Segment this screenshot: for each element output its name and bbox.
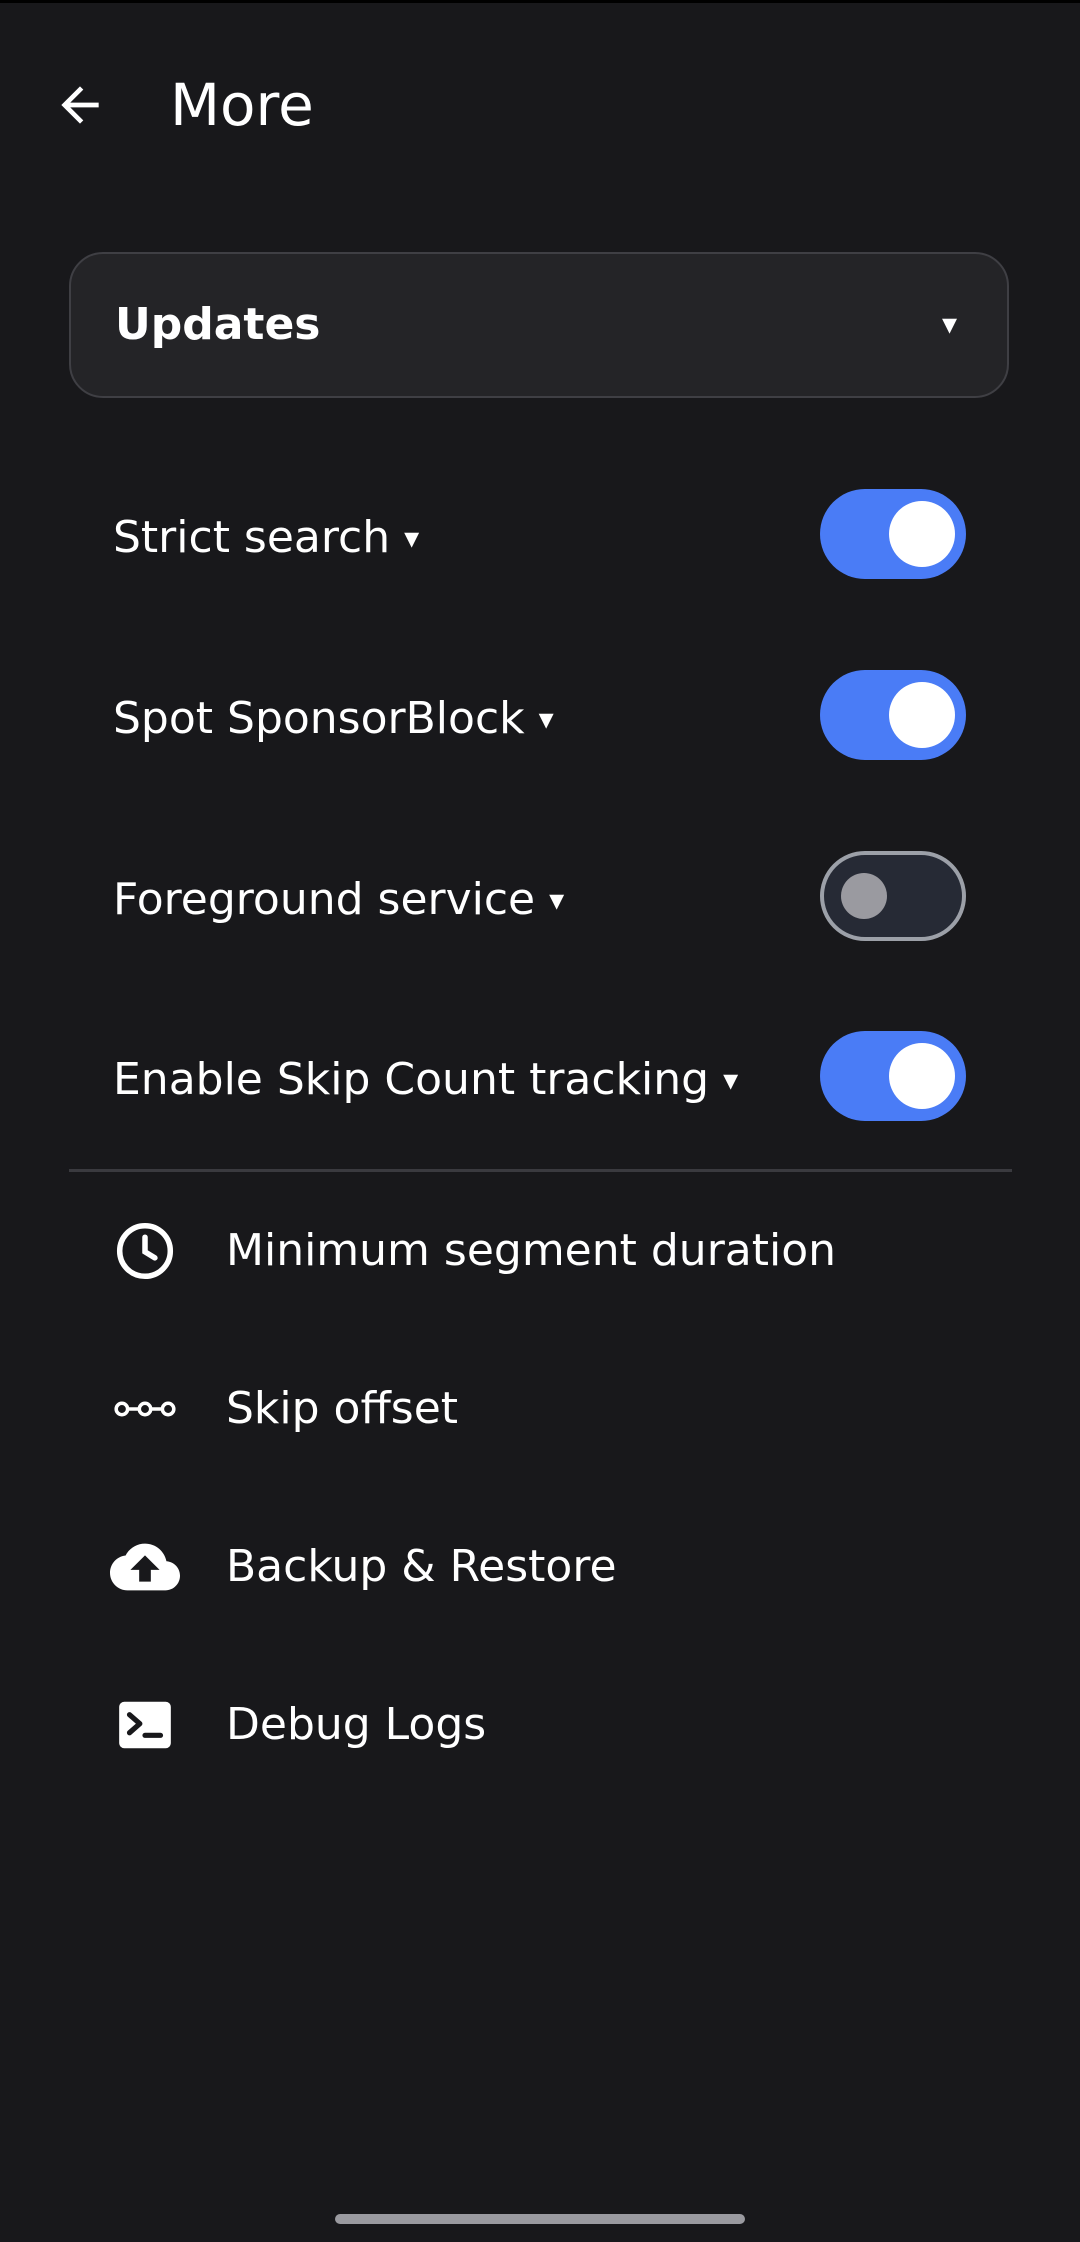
arrow-left-icon	[61, 86, 99, 124]
setting-label: Spot SponsorBlock	[113, 693, 525, 744]
switch-knob	[889, 682, 955, 748]
menu-item-skip-offset[interactable]: Skip offset	[0, 1334, 1080, 1484]
back-button[interactable]	[40, 65, 120, 145]
skip-count-tracking-switch[interactable]	[820, 1031, 966, 1121]
gesture-nav-handle[interactable]	[335, 2214, 745, 2224]
terminal-icon	[119, 1701, 171, 1749]
setting-label: Enable Skip Count tracking	[113, 1054, 710, 1105]
switch-knob	[889, 501, 955, 567]
menu-label: Minimum segment duration	[226, 1225, 837, 1276]
status-bar-edge	[0, 0, 1080, 3]
updates-dropdown[interactable]: Updates ▾	[69, 252, 1009, 398]
setting-label: Strict search	[113, 512, 391, 563]
menu-label: Backup & Restore	[226, 1541, 617, 1592]
spot-sponsorblock-switch[interactable]	[820, 670, 966, 760]
clock-icon	[116, 1222, 174, 1280]
setting-strict-search[interactable]: Strict search ▾	[0, 458, 1080, 618]
caret-down-icon: ▾	[941, 307, 957, 342]
setting-foreground-service[interactable]: Foreground service ▾	[0, 820, 1080, 980]
menu-item-backup-restore[interactable]: Backup & Restore	[0, 1492, 1080, 1642]
dots-line-icon	[114, 1401, 176, 1417]
app-bar: More	[0, 40, 1080, 150]
menu-item-minimum-segment-duration[interactable]: Minimum segment duration	[0, 1176, 1080, 1326]
setting-spot-sponsorblock[interactable]: Spot SponsorBlock ▾	[0, 639, 1080, 799]
setting-label: Foreground service	[113, 874, 536, 925]
foreground-service-switch[interactable]	[820, 851, 966, 941]
caret-down-icon[interactable]: ▾	[723, 1063, 738, 1098]
caret-down-icon[interactable]: ▾	[539, 702, 554, 737]
caret-down-icon[interactable]: ▾	[549, 883, 564, 918]
menu-label: Debug Logs	[226, 1699, 487, 1750]
switch-knob	[889, 1043, 955, 1109]
switch-knob	[841, 873, 887, 919]
divider	[69, 1169, 1012, 1172]
strict-search-switch[interactable]	[820, 489, 966, 579]
menu-label: Skip offset	[226, 1383, 459, 1434]
cloud-upload-icon	[110, 1543, 180, 1591]
dropdown-label: Updates	[115, 299, 321, 350]
caret-down-icon[interactable]: ▾	[404, 521, 419, 556]
menu-item-debug-logs[interactable]: Debug Logs	[0, 1650, 1080, 1800]
page-title: More	[170, 71, 314, 139]
setting-skip-count-tracking[interactable]: Enable Skip Count tracking ▾	[0, 1000, 1080, 1160]
